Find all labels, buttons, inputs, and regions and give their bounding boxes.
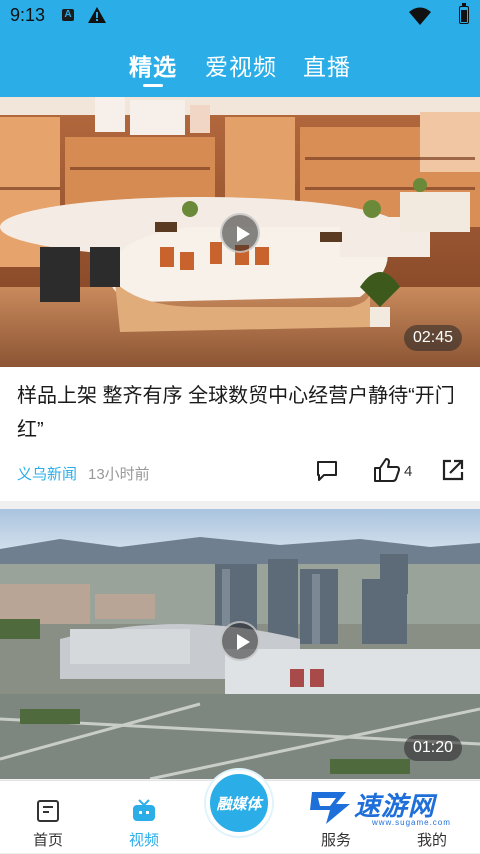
video-card[interactable]: 01:20 xyxy=(0,509,480,779)
tab-live[interactable]: 直播 xyxy=(303,48,351,82)
nav-service-label: 服务 xyxy=(320,832,351,849)
share-icon[interactable] xyxy=(441,458,465,482)
video-card[interactable]: 02:45 样品上架 整齐有序 全球数贸中心经营户静待“开门红” 义乌新闻 13… xyxy=(0,97,480,501)
battery-icon xyxy=(459,3,469,24)
top-header: 9:13 A 精选 爱视频 直播 xyxy=(0,0,480,97)
source-name[interactable]: 义乌新闻 xyxy=(17,463,77,484)
watermark-url: www.sugame.com xyxy=(372,818,451,827)
nav-video-label: 视频 xyxy=(128,832,159,849)
nav-home[interactable]: 首页 xyxy=(13,781,83,854)
thumbs-up-icon[interactable] xyxy=(373,457,401,483)
video-thumbnail[interactable]: 02:45 xyxy=(0,97,480,367)
nav-home-label: 首页 xyxy=(32,832,63,849)
nav-video[interactable]: 视频 xyxy=(109,781,179,854)
tab-love-video[interactable]: 爱视频 xyxy=(205,48,277,82)
video-title[interactable]: 样品上架 整齐有序 全球数贸中心经营户静待“开门红” xyxy=(17,379,457,447)
wifi-icon xyxy=(409,7,431,25)
video-meta-row: 义乌新闻 13小时前 4 xyxy=(0,455,480,491)
publish-time: 13小时前 xyxy=(88,466,150,483)
media-center-label: 融媒体 xyxy=(216,796,262,813)
comment-icon[interactable] xyxy=(315,459,339,483)
warning-icon xyxy=(88,7,106,23)
media-center-button[interactable]: 融媒体 xyxy=(206,770,272,836)
home-page-icon xyxy=(37,800,59,822)
status-bar: 9:13 A xyxy=(0,0,480,30)
top-tabs: 精选 爱视频 直播 xyxy=(0,40,480,97)
play-button[interactable] xyxy=(220,621,260,661)
play-button[interactable] xyxy=(220,213,260,253)
a-notification-icon: A xyxy=(62,9,74,21)
watermark: 速游网 www.sugame.com xyxy=(298,782,480,830)
watermark-logo xyxy=(310,792,350,824)
like-count: 4 xyxy=(404,463,413,480)
video-duration: 02:45 xyxy=(404,325,463,351)
tab-featured[interactable]: 精选 xyxy=(129,48,177,82)
active-tab-indicator xyxy=(143,84,163,87)
tv-icon xyxy=(133,799,155,821)
status-time: 9:13 xyxy=(10,5,46,25)
video-duration: 01:20 xyxy=(404,735,463,761)
nav-mine-label: 我的 xyxy=(416,832,447,849)
video-thumbnail[interactable]: 01:20 xyxy=(0,509,480,779)
